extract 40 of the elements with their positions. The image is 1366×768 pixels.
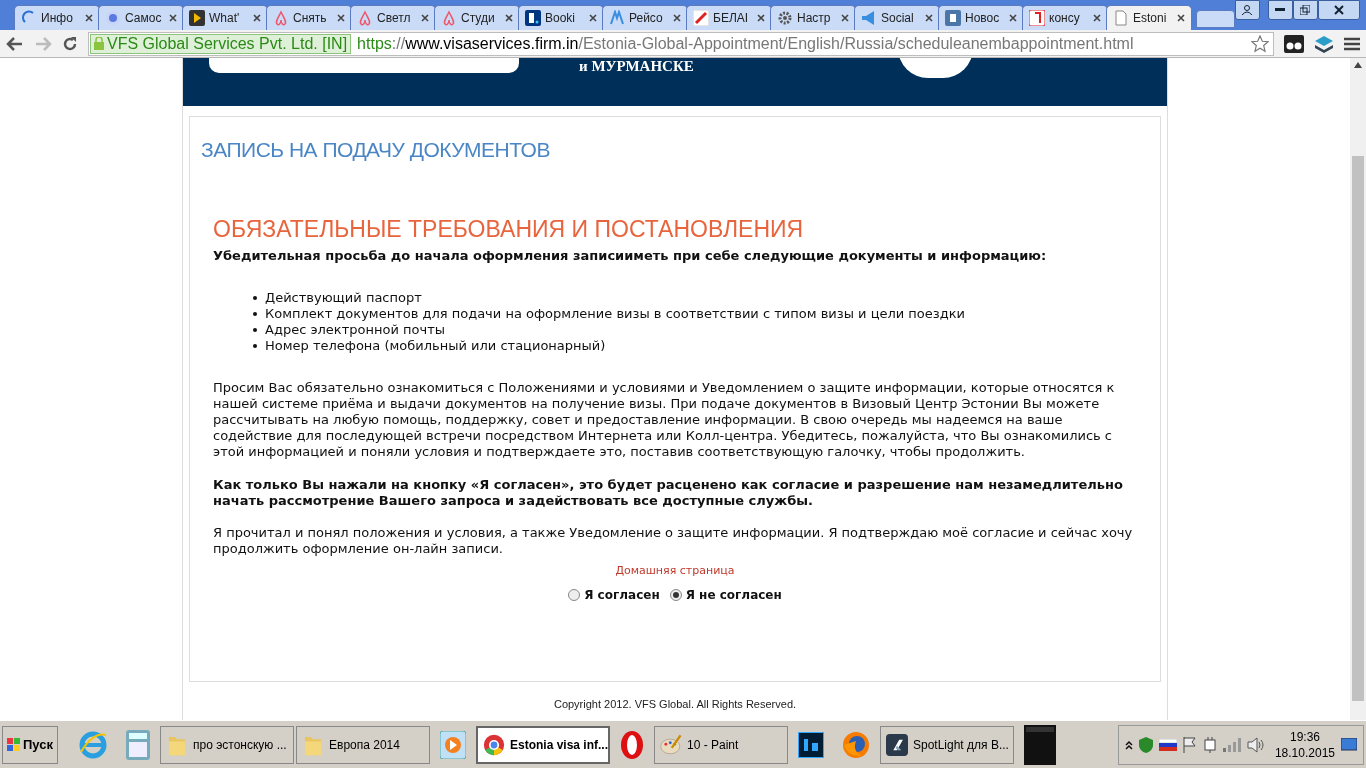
browser-tab[interactable]: What' [182, 5, 268, 30]
list-item-text: Номер телефона (мобильный или стационарный) [265, 337, 606, 354]
browser-tab[interactable]: консу [1022, 5, 1108, 30]
browser-tab[interactable]: БЕЛАI [686, 5, 772, 30]
browser-tab[interactable]: Снять [266, 5, 352, 30]
radio-option[interactable]: Я согласен [568, 586, 660, 603]
terms-paragraph: Просим Вас обязательно ознакомиться с Положениями и условиями и Уведомлением о защите информации, которые относятся к нашей системе приёма и выдачи документов на получение визы. При подаче документов в Визовый Центр Эстонии Вы можете рассчитывать на любую помощь, поддержку, совет и предоставление информации. В свою очередь мы надеемся на ваше содействие для последующей встречи посредством Интернета или Колл-центра. Убедитесь, пожалуйста, что Вы ознакомились с этой информацией и поняли условия и подтверждаете это, поставив соответствующую галочку, чтобы продолжить. [213, 379, 1116, 460]
browser-tab[interactable]: Инфо [14, 5, 100, 30]
browser-tab[interactable]: Студи [434, 5, 520, 30]
clock-date[interactable]: 18.10.2015 [1274, 744, 1335, 761]
radio-option[interactable]: Я не согласен [669, 586, 782, 603]
url-text: https://www.visaservices.firm.in/Estonia-Global-Appointment/English/Russia/scheduleanembappointment.html [357, 33, 1134, 54]
clock-time[interactable]: 19:36 [1289, 728, 1320, 745]
certificate-badge[interactable]: VFS Global Services Pvt. Ltd. [IN] [90, 33, 352, 54]
browser-tab[interactable]: Booki [518, 5, 604, 30]
notice-text: Как только Вы нажали на кнопку «Я согласен», это будет расценено как согласие и разрешение нам незамедлительно начать рассмотрение Вашего запроса и задействовать все доступные службы. [213, 476, 1124, 509]
address-field[interactable]: VFS Global Services Pvt. Ltd. [IN] https://www.visaservices.firm.in/Estonia-Global-Appointment/English/Russia/scheduleanembappointment.html [88, 31, 1274, 56]
intro-text: Убедительная просьба до начала оформления записииметь при себе следующие документы и информацию: [213, 247, 1048, 264]
home-link[interactable]: Домашняя страница [615, 562, 735, 579]
list-item-text: Действующий паспорт [265, 289, 422, 306]
page-title: ЗАПИСЬ НА ПОДАЧУ ДОКУМЕНТОВ [201, 137, 551, 163]
banner-text: и МУРМАНСКЕ [579, 58, 694, 76]
browser-tab[interactable]: Светл [350, 5, 436, 30]
section-heading: ОБЯЗАТЕЛЬНЫЕ ТРЕБОВАНИЯ И ПОСТАНОВЛЕНИЯ [213, 214, 805, 243]
browser-tab[interactable]: Новос [938, 5, 1024, 30]
taskbar-button[interactable]: Estonia visa inf... [476, 725, 610, 764]
taskbar-button[interactable]: про эстонскую ... [160, 725, 294, 764]
copyright-text: Copyright 2012. VFS Global. All Rights Reserved. [553, 697, 797, 712]
list-item-text: Адрес электронной почты [265, 321, 445, 338]
browser-tab[interactable]: Estoni [1106, 5, 1192, 30]
list-item-text: Комплект документов для подачи на оформление визы в соответствии с типом визы и цели поездки [265, 305, 966, 322]
start-button[interactable]: Пуск [2, 725, 58, 764]
taskbar-button[interactable]: Европа 2014 [296, 725, 430, 764]
taskbar-button[interactable]: 10 - Paint [654, 725, 788, 764]
browser-tab[interactable]: Social [854, 5, 940, 30]
confirmation-text: Я прочитал и понял положения и условия, а также Уведомление о защите информации. Я подтверждаю моё согласие и сейчас хочу продолжить оформление он-лайн записи. [213, 524, 1134, 557]
browser-tab[interactable]: Рейсо [602, 5, 688, 30]
browser-tab[interactable]: Настр [770, 5, 856, 30]
browser-tab[interactable]: Самос [98, 5, 184, 30]
taskbar-button[interactable]: SpotLight для В... [880, 725, 1014, 764]
